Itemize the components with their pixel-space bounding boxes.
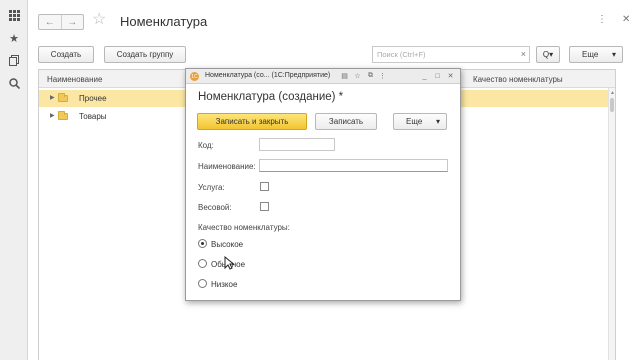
search-icon[interactable] <box>5 74 23 92</box>
chevron-down-icon: ▾ <box>611 50 616 59</box>
nav-buttons: ← → <box>38 14 84 30</box>
forward-button[interactable]: → <box>62 15 84 29</box>
code-label: Код: <box>198 141 214 150</box>
document-icon[interactable]: ▤ <box>340 71 349 81</box>
row-label: Товары <box>79 112 107 121</box>
grid-menu-icon[interactable] <box>5 6 23 24</box>
dialog-titlebar: 1C Номенклатура (со... (1С:Предприятие) … <box>186 69 460 84</box>
search-input[interactable]: Поиск (Ctrl+F) × <box>372 46 530 63</box>
back-button[interactable]: ← <box>39 15 62 29</box>
favorite-icon[interactable]: ☆ <box>353 71 362 81</box>
scroll-up-icon[interactable]: ▲ <box>610 90 615 96</box>
weight-label: Весовой: <box>198 203 232 212</box>
chevron-down-icon: ▾ <box>435 117 440 126</box>
more-label: Еще <box>582 50 599 59</box>
service-checkbox[interactable] <box>260 182 269 191</box>
link-icon[interactable]: ⧉ <box>366 71 375 81</box>
quality-normal-radio[interactable] <box>198 259 207 268</box>
create-button[interactable]: Создать <box>38 46 94 63</box>
search-options-button[interactable]: Q▾ <box>536 46 560 63</box>
folder-icon <box>58 93 68 102</box>
code-field[interactable] <box>259 138 335 151</box>
left-sidebar: ★ <box>0 0 28 360</box>
quality-label: Качество номенклатуры: <box>198 223 290 232</box>
dialog-heading: Номенклатура (создание) * <box>198 91 344 103</box>
close-icon[interactable]: ✕ <box>622 14 630 25</box>
page-header: ← → ☆ Номенклатура ⋮ ✕ <box>28 0 640 42</box>
create-group-button[interactable]: Создать группу <box>104 46 186 63</box>
service-label: Услуга: <box>198 183 225 192</box>
save-button[interactable]: Записать <box>315 113 377 130</box>
maximize-icon[interactable]: □ <box>433 71 442 81</box>
dialog-more-button[interactable]: Еще ▾ <box>393 113 447 130</box>
history-icon[interactable] <box>5 51 23 69</box>
name-label: Наименование: <box>198 162 256 171</box>
expand-icon[interactable]: ▶ <box>50 94 55 101</box>
column-header[interactable]: Наименование <box>47 75 102 84</box>
favorites-star-icon[interactable]: ★ <box>5 29 23 47</box>
weight-checkbox[interactable] <box>260 202 269 211</box>
search-placeholder: Поиск (Ctrl+F) <box>377 50 426 59</box>
save-and-close-button[interactable]: Записать и закрыть <box>197 113 307 130</box>
quality-high-radio[interactable] <box>198 239 207 248</box>
quality-high-label[interactable]: Высокое <box>211 240 243 249</box>
mouse-cursor-icon <box>224 255 235 273</box>
folder-icon <box>58 111 68 120</box>
row-label: Прочее <box>79 94 107 103</box>
favorite-star-icon[interactable]: ☆ <box>92 11 106 29</box>
more-button[interactable]: Еще ▾ <box>569 46 623 63</box>
more-options-icon[interactable]: ⋮ <box>378 71 387 81</box>
more-options-icon[interactable]: ⋮ <box>597 14 607 25</box>
more-label: Еще <box>406 117 423 126</box>
expand-icon[interactable]: ▶ <box>50 112 55 119</box>
quality-low-radio[interactable] <box>198 279 207 288</box>
close-icon[interactable]: ✕ <box>446 71 455 81</box>
page-title: Номенклатура <box>120 14 208 29</box>
1c-logo-icon: 1C <box>190 72 199 81</box>
scroll-thumb[interactable] <box>610 98 614 112</box>
name-field[interactable] <box>259 159 448 172</box>
vertical-scrollbar[interactable]: ▲ <box>608 88 615 360</box>
list-toolbar: Создать Создать группу Поиск (Ctrl+F) × … <box>28 45 640 65</box>
quality-low-label[interactable]: Низкое <box>211 280 237 289</box>
dialog-window-title: Номенклатура (со... (1С:Предприятие) <box>205 72 331 79</box>
minimize-icon[interactable]: _ <box>420 71 429 81</box>
clear-icon[interactable]: × <box>521 49 526 59</box>
column-header[interactable]: Качество номенклатуры <box>473 75 563 84</box>
